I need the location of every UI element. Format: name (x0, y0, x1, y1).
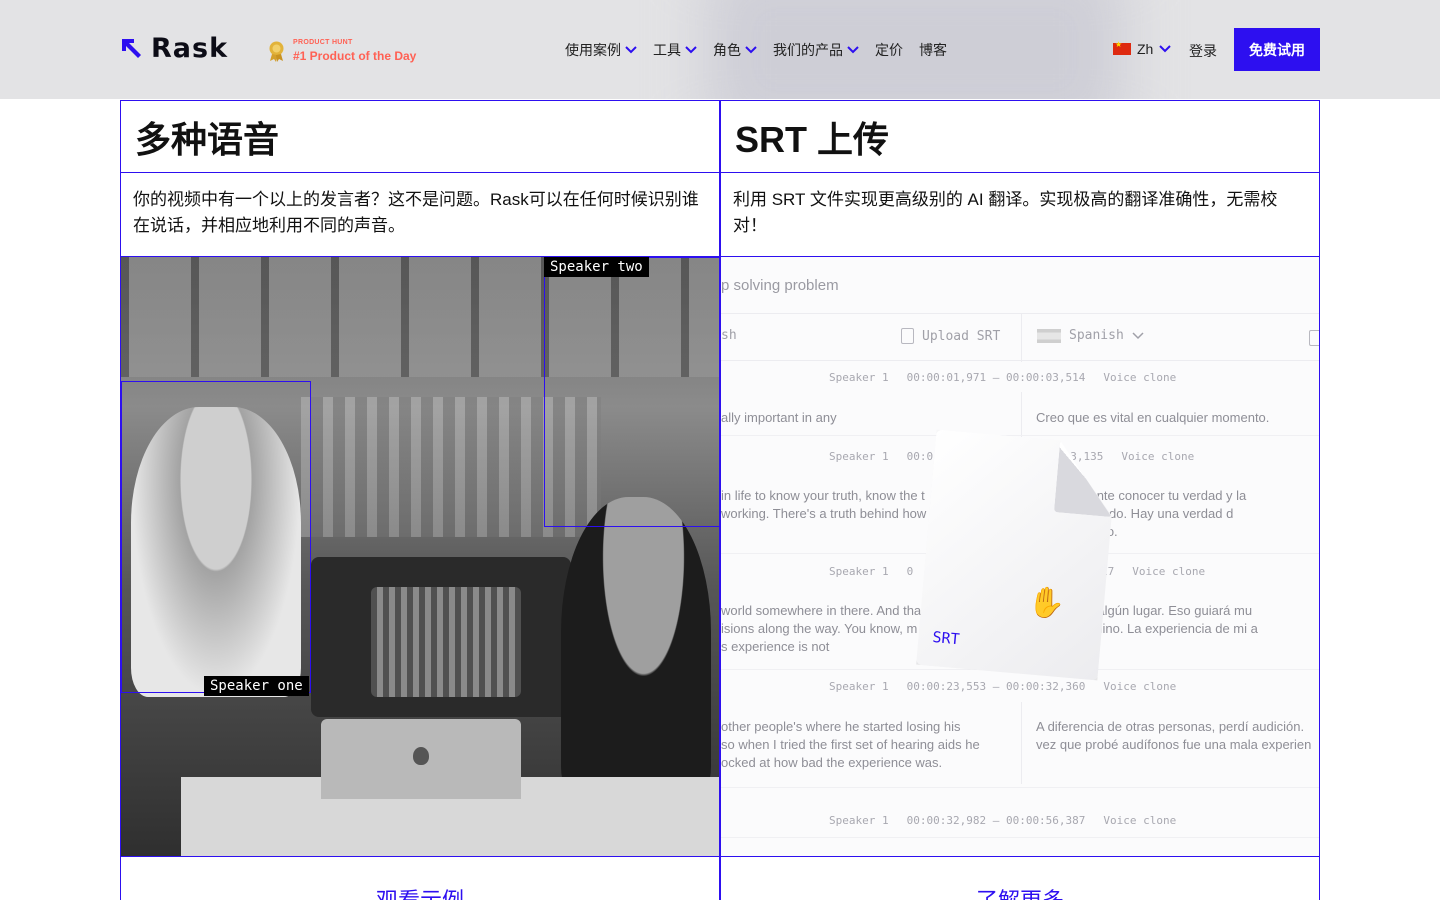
document-icon (1309, 330, 1319, 346)
voice-clone-label[interactable]: Voice clone (1103, 814, 1176, 827)
segment-meta: Speaker 1 00:00:01,971 — 00:00:03,514 Vo… (829, 371, 1176, 384)
document-icon (901, 328, 914, 344)
segment-divider (721, 837, 1319, 838)
subtitle-editor: p solving problem sh Upload SRT Spanish … (721, 257, 1319, 856)
speaker-select[interactable]: Speaker 1 (829, 450, 889, 463)
voice-clone-label[interactable]: Voice clone (1121, 450, 1194, 463)
nav-item-blog[interactable]: 博客 (919, 41, 947, 59)
segment-divider (721, 787, 1319, 788)
speaker-detection-photo: Speaker one Speaker two (121, 257, 719, 857)
segment-time: 00:0 (906, 450, 934, 463)
source-language: sh (721, 328, 737, 343)
photo-pillow (371, 587, 521, 697)
feature-card-multiple-voices: 多种语音 你的视频中有一个以上的发言者？这不是问题。Rask可以在任何时候识别谁… (120, 100, 720, 900)
card-title: SRT 上传 (721, 101, 1319, 173)
voice-clone-label[interactable]: Voice clone (1103, 371, 1176, 384)
srt-editor-preview: p solving problem sh Upload SRT Spanish … (721, 257, 1319, 857)
segment-meta: Speaker 1 00:00:32,982 — 00:00:56,387 Vo… (829, 814, 1176, 827)
brand-logo[interactable]: Rask (120, 33, 229, 64)
top-navigation-bar: Rask PRODUCT HUNT #1 Product of the Day … (0, 0, 1440, 99)
speaker-one-label: Speaker one (204, 676, 309, 696)
segment-time: 00:00:32,982 — 00:00:56,387 (906, 814, 1086, 827)
segment-meta: Speaker 1 00:00:23,553 — 00:00:32,360 Vo… (829, 680, 1176, 693)
chevron-down-icon (745, 46, 757, 54)
chevron-down-icon (625, 46, 637, 54)
segment-meta: Speaker 1 0 (829, 565, 913, 578)
chevron-down-icon (1132, 331, 1144, 339)
learn-more-link[interactable]: 了解更多 (721, 857, 1319, 900)
card-description: 你的视频中有一个以上的发言者？这不是问题。Rask可以在任何时候识别谁在说话，并… (121, 173, 719, 257)
login-link[interactable]: 登录 (1189, 41, 1217, 61)
nav-item-use-cases[interactable]: 使用案例 (565, 41, 637, 59)
main-nav: 使用案例 工具 角色 我们的产品 定价 博客 (565, 41, 963, 59)
segment-source-text[interactable]: ally important in any (721, 409, 1011, 427)
nav-item-pricing[interactable]: 定价 (875, 41, 903, 59)
speaker-select[interactable]: Speaker 1 (829, 565, 889, 578)
nav-item-roles[interactable]: 角色 (713, 41, 757, 59)
product-hunt-badge[interactable]: PRODUCT HUNT #1 Product of the Day (268, 39, 416, 63)
voice-clone-label[interactable]: Voice clone (1103, 680, 1176, 693)
china-flag-icon (1113, 40, 1131, 55)
grab-cursor-icon: ✋ (1026, 585, 1067, 622)
chevron-down-icon (847, 46, 859, 54)
editor-toolbar: sh Upload SRT Spanish (721, 313, 1319, 362)
speaker-select[interactable]: Speaker 1 (829, 680, 889, 693)
card-description: 利用 SRT 文件实现更高级别的 AI 翻译。实现极高的翻译准确性，无需校对！ (721, 173, 1319, 257)
free-trial-button[interactable]: 免费试用 (1234, 28, 1320, 71)
nav-label: 我们的产品 (773, 42, 843, 58)
chevron-down-icon (685, 46, 697, 54)
project-title: p solving problem (721, 277, 839, 294)
rask-logo-icon (122, 39, 141, 58)
nav-label: 定价 (875, 42, 903, 58)
watch-example-link[interactable]: 观看示例 (121, 857, 719, 900)
srt-file-label: SRT (931, 627, 961, 649)
nav-item-tools[interactable]: 工具 (653, 41, 697, 59)
speaker-one-box (121, 381, 311, 693)
medal-icon (269, 41, 284, 62)
segment-split (1021, 702, 1022, 784)
speaker-select[interactable]: Speaker 1 (829, 814, 889, 827)
segment-time: 00:00:01,971 — 00:00:03,514 (906, 371, 1086, 384)
nav-label: 角色 (713, 42, 741, 58)
segment-meta: Speaker 1 00:0 (829, 450, 933, 463)
voice-clone-label[interactable]: Voice clone (1132, 565, 1205, 578)
photo-man (561, 497, 711, 797)
speaker-two-label: Speaker two (544, 257, 649, 277)
product-hunt-caption: PRODUCT HUNT (293, 39, 353, 46)
nav-item-products[interactable]: 我们的产品 (773, 41, 859, 59)
spain-flag-icon (1037, 328, 1061, 343)
product-hunt-title: #1 Product of the Day (293, 49, 417, 63)
segment-source-text[interactable]: other people's where he started losing h… (721, 718, 1011, 772)
speaker-two-box (544, 257, 719, 527)
segment-time: 00:00:23,553 — 00:00:32,360 (906, 680, 1086, 693)
apple-logo-icon (413, 747, 429, 765)
speaker-select[interactable]: Speaker 1 (829, 371, 889, 384)
language-label: Zh (1137, 41, 1154, 57)
target-language-select[interactable]: Spanish (1037, 328, 1144, 343)
upload-srt-button[interactable]: Upload SRT (901, 328, 1000, 344)
brand-name: Rask (151, 33, 229, 64)
target-language-label: Spanish (1069, 328, 1124, 343)
segment-time: 0 (906, 565, 914, 578)
segment-target-text[interactable]: A diferencia de otras personas, perdí au… (1036, 718, 1319, 754)
feature-card-srt-upload: SRT 上传 利用 SRT 文件实现更高级别的 AI 翻译。实现极高的翻译准确性… (720, 100, 1320, 900)
srt-file-drag[interactable]: SRT ✋ (916, 430, 1118, 681)
language-selector[interactable]: Zh (1113, 40, 1172, 57)
card-title: 多种语音 (121, 101, 719, 173)
nav-label: 使用案例 (565, 42, 621, 58)
nav-label: 博客 (919, 42, 947, 58)
toolbar-divider (1021, 314, 1022, 362)
upload-srt-label: Upload SRT (922, 328, 1001, 344)
segment-meta-tail: 17 Voice clone (1101, 565, 1205, 578)
chevron-down-icon (1159, 45, 1172, 53)
segment-target-text[interactable]: Creo que es vital en cualquier momento. (1036, 409, 1319, 427)
nav-label: 工具 (653, 42, 681, 58)
